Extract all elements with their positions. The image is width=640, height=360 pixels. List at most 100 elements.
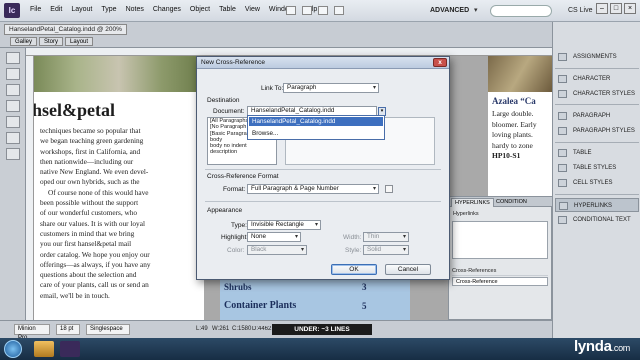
left-page[interactable]: hsel&petal techniques became so popular … xyxy=(34,56,204,320)
menu-view[interactable]: View xyxy=(245,6,260,13)
divider xyxy=(205,169,441,170)
width-select: Thin ▾ xyxy=(363,232,409,242)
format-select[interactable]: Full Paragraph & Page Number ▾ xyxy=(247,184,379,194)
bridge-icon[interactable] xyxy=(286,6,296,15)
maximize-icon[interactable]: □ xyxy=(610,3,622,14)
product-title: Azalea “Ca xyxy=(492,96,536,106)
size-field[interactable]: 18 pt xyxy=(56,324,80,335)
list-item[interactable]: description xyxy=(208,149,276,155)
tab-hyperlinks[interactable]: HYPERLINKS xyxy=(451,198,494,207)
table-styles-icon xyxy=(558,164,567,172)
document-bar: HanselandPetal_Catalog.indd @ 200% Galle… xyxy=(0,22,552,48)
explorer-icon[interactable] xyxy=(34,341,54,357)
panel-conditional-text[interactable]: CONDITIONAL TEXT xyxy=(555,213,639,227)
body-line: native New England. We even devel- xyxy=(40,167,149,177)
start-button[interactable] xyxy=(4,340,22,358)
spacing-field[interactable]: Singlespace xyxy=(86,324,130,335)
horizontal-ruler xyxy=(26,48,552,56)
eyedropper-tool-icon[interactable] xyxy=(6,100,20,112)
document-dropdown[interactable]: HanselandPetal_Catalog.indd Browse... xyxy=(247,115,385,140)
tools-panel xyxy=(0,48,26,338)
screen-mode-icon[interactable] xyxy=(318,6,328,15)
link-to-select[interactable]: Paragraph ▾ xyxy=(283,83,379,93)
menu-edit[interactable]: Edit xyxy=(50,6,62,13)
panel-paragraph-styles[interactable]: PARAGRAPH STYLES xyxy=(555,124,639,138)
hyperlinks-icon xyxy=(559,202,568,210)
document-tab[interactable]: HanselandPetal_Catalog.indd @ 200% xyxy=(4,24,127,35)
hyperlinks-list[interactable] xyxy=(452,221,548,259)
tab-layout[interactable]: Layout xyxy=(65,37,94,46)
tab-conditional[interactable]: CONDITION xyxy=(493,198,530,206)
workspace-switcher[interactable]: ADVANCED xyxy=(430,7,469,14)
panel-cell-styles[interactable]: CELL STYLES xyxy=(555,176,639,190)
incopy-logo-icon[interactable]: Ic xyxy=(4,3,20,18)
paragraph-styles-icon xyxy=(558,127,567,135)
menu-bar: Ic File Edit Layout Type Notes Changes O… xyxy=(0,0,640,22)
body-line: you our first hansel&petal mail xyxy=(40,239,132,249)
divider xyxy=(555,104,639,105)
line-count: L:49 xyxy=(196,326,208,332)
toc-shrubs: Shrubs xyxy=(224,282,252,292)
panel-assignments[interactable]: ASSIGNMENTS xyxy=(555,50,639,64)
panel-hyperlinks[interactable]: HYPERLINKS xyxy=(555,198,639,212)
note-tool-icon[interactable] xyxy=(6,84,20,96)
menu-object[interactable]: Object xyxy=(190,6,210,13)
menu-table[interactable]: Table xyxy=(219,6,236,13)
highlight-select[interactable]: None ▾ xyxy=(247,232,301,242)
character-styles-icon xyxy=(558,90,567,98)
type-select[interactable]: Invisible Rectangle ▾ xyxy=(247,220,321,230)
body-line: order catalog. We hope you enjoy our xyxy=(40,249,150,259)
dropdown-option-browse[interactable]: Browse... xyxy=(249,129,383,138)
help-search-input[interactable] xyxy=(490,5,552,17)
brand-heading: hsel&petal xyxy=(34,100,115,120)
word-count: W:261 xyxy=(212,326,230,332)
chevron-down-icon[interactable]: ▾ xyxy=(474,6,478,14)
body-line: techniques became so popular that xyxy=(40,126,141,135)
menu-type[interactable]: Type xyxy=(101,6,116,13)
toc-container-plants: Container Plants xyxy=(224,300,297,311)
edit-format-icon[interactable] xyxy=(385,185,393,193)
tab-story[interactable]: Story xyxy=(39,37,64,46)
hand-tool-icon[interactable] xyxy=(6,116,20,128)
panel-tabs: HYPERLINKS CONDITION xyxy=(449,197,553,207)
body-line: offerings—as always, if you have any xyxy=(40,259,151,269)
selection-tool-icon[interactable] xyxy=(6,52,20,64)
panel-character[interactable]: CHARACTER xyxy=(555,72,639,86)
menu-layout[interactable]: Layout xyxy=(71,6,92,13)
menu-changes[interactable]: Changes xyxy=(153,6,181,13)
arrange-documents-icon[interactable] xyxy=(334,6,344,15)
lynda-watermark: lynda.com xyxy=(574,338,630,355)
cross-reference-item[interactable]: Cross-Reference xyxy=(452,277,548,286)
panel-table-styles[interactable]: TABLE STYLES xyxy=(555,161,639,175)
panel-table[interactable]: TABLE xyxy=(555,146,639,160)
chevron-down-icon: ▾ xyxy=(294,234,298,240)
divider xyxy=(555,68,639,69)
swatch-icon[interactable] xyxy=(6,148,20,160)
dropdown-option-selected[interactable]: HanselandPetal_Catalog.indd xyxy=(249,117,383,126)
tab-galley[interactable]: Galley xyxy=(10,37,38,46)
close-icon[interactable]: × xyxy=(624,3,636,14)
color-select: Black ▾ xyxy=(247,245,307,255)
color-label: Color: xyxy=(227,247,245,254)
menu-file[interactable]: File xyxy=(30,6,41,13)
menu-notes[interactable]: Notes xyxy=(126,6,144,13)
type-tool-icon[interactable] xyxy=(6,68,20,80)
panel-character-styles[interactable]: CHARACTER STYLES xyxy=(555,87,639,101)
menubar-tools xyxy=(286,6,344,15)
assignments-icon xyxy=(558,53,567,61)
font-field[interactable]: Minion Pro xyxy=(14,324,50,341)
zoom-tool-icon[interactable] xyxy=(6,132,20,144)
dialog-title: New Cross-Reference xyxy=(197,57,449,69)
minimize-icon[interactable]: – xyxy=(596,3,608,14)
story-text[interactable]: techniques became so popular that we beg… xyxy=(40,126,198,301)
plant-photo xyxy=(488,56,552,92)
cancel-button[interactable]: Cancel xyxy=(385,264,431,275)
cs-live-button[interactable]: CS Live xyxy=(568,7,593,14)
window-controls: – □ × xyxy=(596,3,636,14)
view-options-icon[interactable] xyxy=(302,6,312,15)
view-tabs: Galley Story Layout xyxy=(10,37,94,46)
close-icon[interactable]: x xyxy=(433,58,447,67)
panel-paragraph[interactable]: PARAGRAPH xyxy=(555,109,639,123)
ok-button[interactable]: OK xyxy=(331,264,377,275)
incopy-taskbar-icon[interactable] xyxy=(60,341,80,357)
